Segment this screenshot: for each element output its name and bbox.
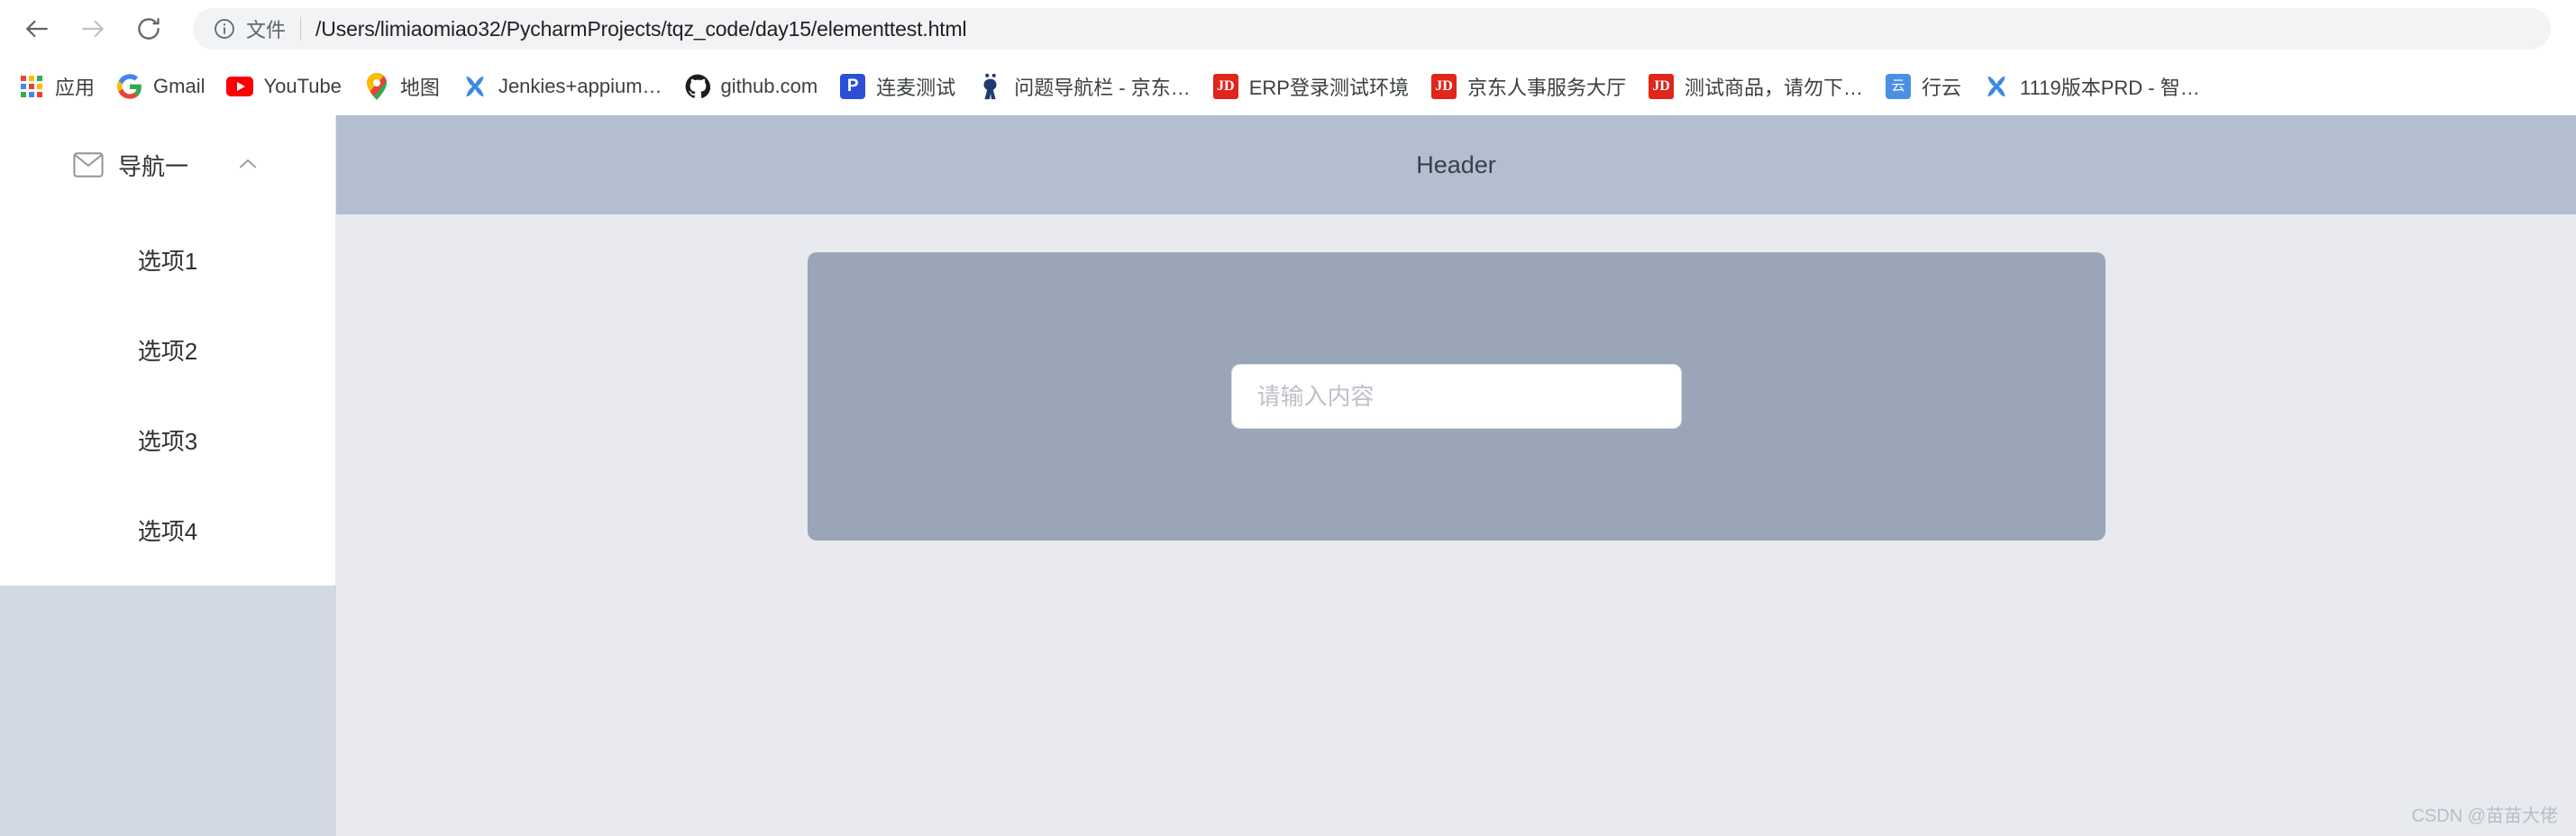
back-button[interactable] (9, 1, 65, 57)
bookmark-label: 连麦测试 (876, 77, 956, 99)
back-arrow-icon (23, 14, 51, 43)
bookmark-erp-login-test[interactable]: JD ERP登录测试环境 (1201, 66, 1420, 107)
info-circle-icon[interactable] (211, 15, 238, 42)
sidebar-item-label: 选项3 (137, 427, 198, 455)
bookmark-issue-nav[interactable]: 问题导航栏 - 京东… (966, 66, 1201, 107)
jenkins-x-icon (461, 73, 489, 100)
forward-arrow-icon (78, 14, 107, 43)
watermark: CSDN @苗苗大佬 (2411, 806, 2558, 826)
reload-icon (135, 15, 162, 42)
browser-toolbar: 文件 /Users/limiaomiao32/PycharmProjects/t… (0, 0, 2576, 58)
bookmark-label: YouTube (263, 75, 342, 97)
sidebar-item-label: 选项2 (137, 337, 198, 365)
page-viewport: 导航一 选项1 选项2 选项3 选项4 Header 请输入内容 CSDN @苗… (0, 115, 2576, 836)
bookmark-apps[interactable]: 应用 (7, 66, 105, 107)
reload-button[interactable] (121, 1, 177, 57)
sidebar-item-label: 选项4 (137, 517, 198, 545)
bookmark-label: 地图 (399, 77, 440, 99)
bookmark-jenkins-appium[interactable]: Jenkies+appium… (451, 66, 673, 107)
bookmark-youtube[interactable]: YouTube (215, 66, 352, 107)
sidebar-group-title: 导航一 (117, 152, 188, 180)
bookmark-github[interactable]: github.com (673, 66, 829, 107)
bookmark-label: 1119版本PRD - 智… (2020, 77, 2200, 99)
envelope-icon (73, 150, 104, 180)
sidebar-item-option-3[interactable]: 选项3 (0, 395, 335, 485)
sidebar-item-label: 选项1 (137, 247, 198, 275)
youtube-icon (226, 73, 254, 100)
jd-icon: JD (1648, 73, 1675, 100)
content-area: CSDN @苗苗大佬 (336, 214, 2576, 836)
content-text-input[interactable] (1230, 364, 1682, 429)
main-column: Header CSDN @苗苗大佬 (336, 115, 2576, 836)
jd-icon: JD (1430, 73, 1457, 100)
sidebar: 导航一 选项1 选项2 选项3 选项4 (0, 115, 336, 836)
address-bar[interactable]: 文件 /Users/limiaomiao32/PycharmProjects/t… (193, 8, 2551, 50)
gmail-icon (116, 73, 143, 100)
jd-icon: JD (1212, 73, 1239, 100)
page-header-title: Header (1416, 150, 1496, 178)
page-header: Header (336, 115, 2576, 214)
address-bar-url: /Users/limiaomiao32/PycharmProjects/tqz_… (315, 16, 967, 41)
bookmark-label: 京东人事服务大厅 (1467, 77, 1627, 99)
google-maps-icon (363, 73, 390, 100)
github-icon (684, 73, 711, 100)
sidebar-item-option-4[interactable]: 选项4 (0, 485, 335, 575)
bookmark-label: 应用 (55, 77, 96, 99)
bookmark-lianmai-test[interactable]: P 连麦测试 (828, 66, 966, 107)
bookmark-xingyun[interactable]: 云 行云 (1874, 66, 1972, 107)
bookmark-label: Jenkies+appium… (498, 75, 662, 97)
apps-grid-icon (18, 73, 45, 100)
bookmark-label: 测试商品，请勿下… (1685, 77, 1864, 99)
address-bar-scheme-label: 文件 (246, 19, 287, 41)
sidebar-group-nav-one[interactable]: 导航一 (0, 115, 335, 214)
bookmark-label: github.com (720, 75, 818, 97)
bookmark-label: Gmail (153, 75, 206, 97)
jenkins-person-icon (977, 73, 1004, 100)
bookmark-maps[interactable]: 地图 (352, 66, 451, 107)
bookmark-prd-1119[interactable]: 1119版本PRD - 智… (1972, 66, 2211, 107)
bookmark-label: 行云 (1922, 77, 1962, 99)
content-card (807, 252, 2106, 541)
bookmark-test-product[interactable]: JD 测试商品，请勿下… (1637, 66, 1874, 107)
bookmark-gmail[interactable]: Gmail (105, 66, 215, 107)
bookmark-label: ERP登录测试环境 (1248, 77, 1409, 99)
pictorial-p-icon: P (839, 73, 866, 100)
forward-button[interactable] (65, 1, 121, 57)
sidebar-item-option-2[interactable]: 选项2 (0, 304, 335, 395)
sidebar-item-option-1[interactable]: 选项1 (0, 214, 335, 304)
sidebar-menu-panel: 导航一 选项1 选项2 选项3 选项4 (0, 115, 336, 586)
browser-chrome: 文件 /Users/limiaomiao32/PycharmProjects/t… (0, 0, 2576, 115)
sidebar-item-list: 选项1 选项2 选项3 选项4 (0, 214, 335, 586)
address-bar-divider (300, 17, 302, 41)
xingyun-icon: 云 (1885, 73, 1912, 100)
jenkins-x-icon (1983, 73, 2010, 100)
chevron-up-icon[interactable] (235, 151, 262, 178)
bookmark-jd-hr-hall[interactable]: JD 京东人事服务大厅 (1420, 66, 1637, 107)
bookmark-label: 问题导航栏 - 京东… (1014, 77, 1191, 99)
bookmarks-bar: 应用 Gmail YouTube 地图 Jenkies+appium… gith… (0, 58, 2576, 115)
